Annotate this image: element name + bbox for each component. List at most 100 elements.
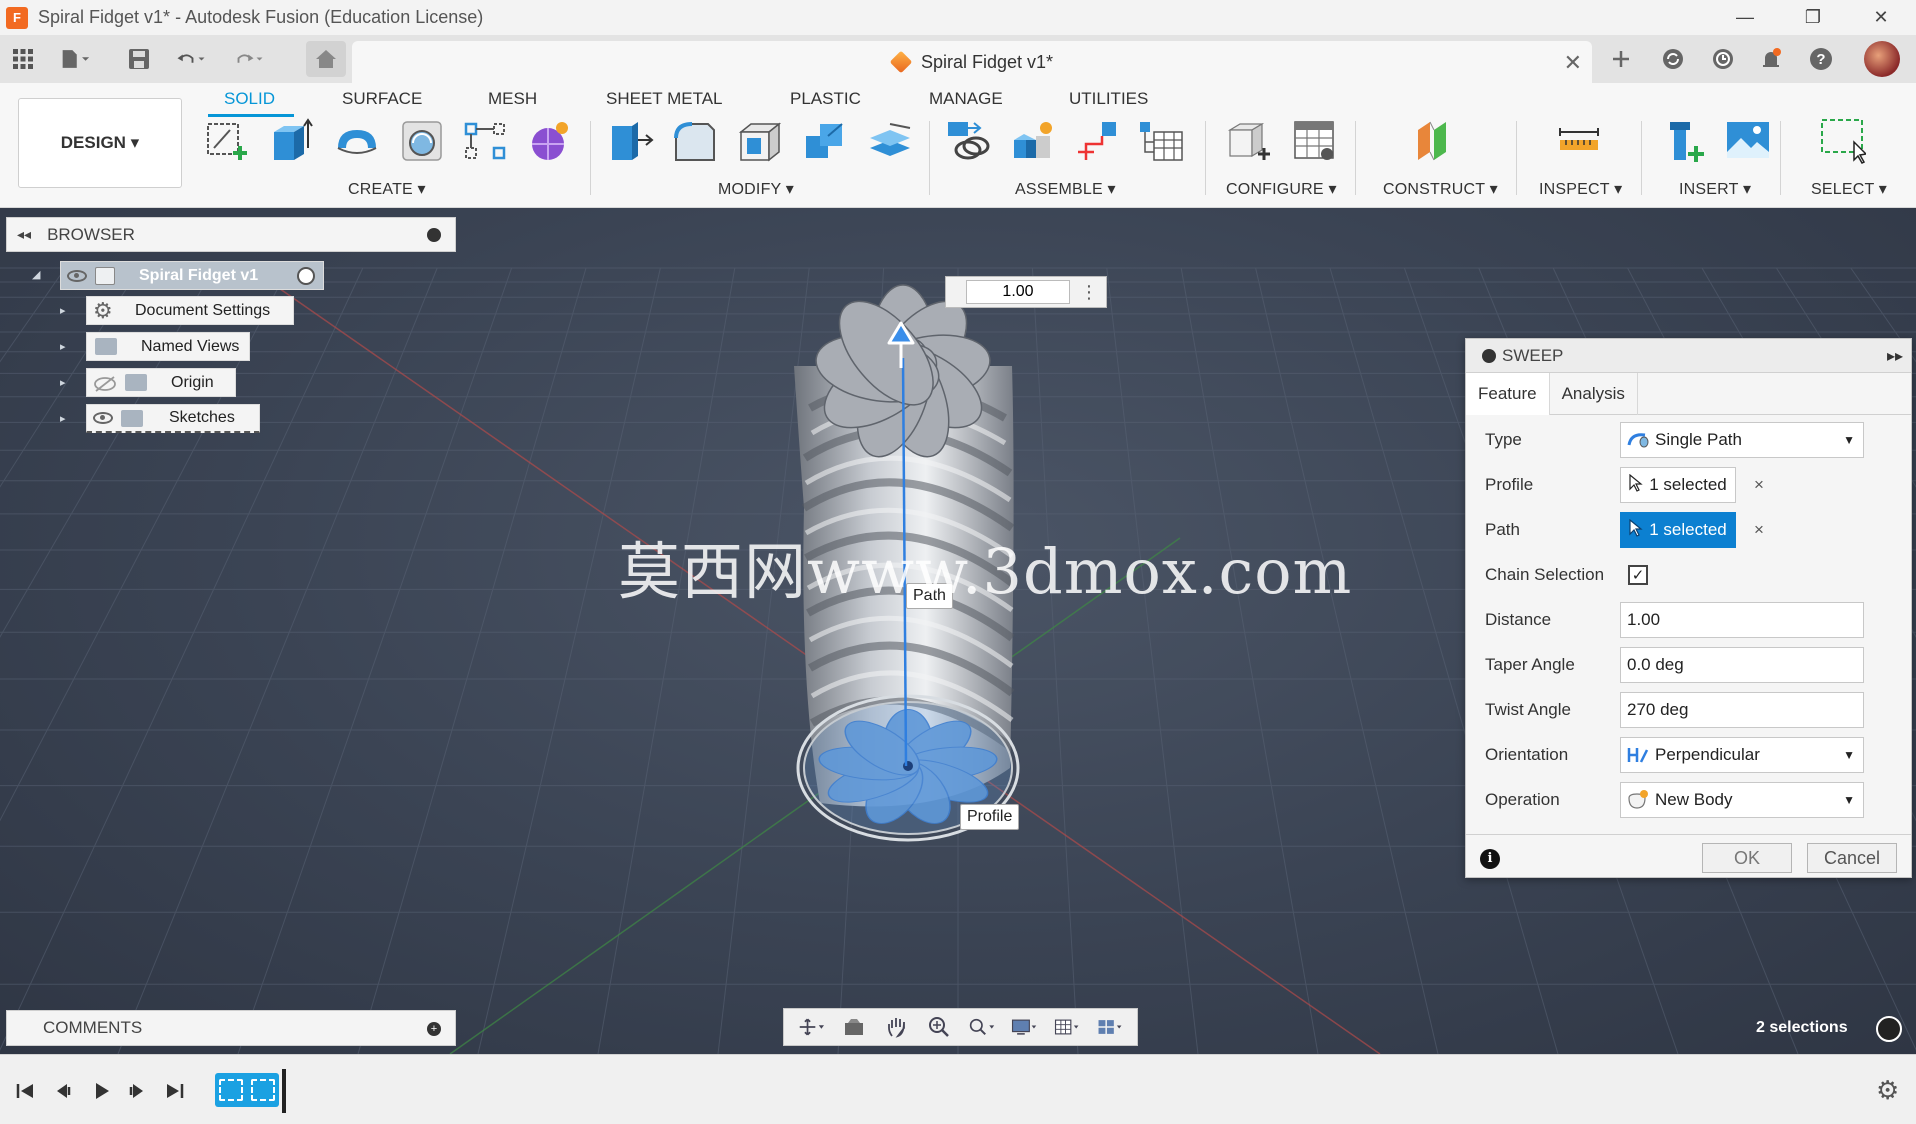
- comments-panel[interactable]: COMMENTS +: [6, 1010, 456, 1046]
- operation-dropdown[interactable]: New Body ▼: [1620, 782, 1864, 818]
- save-icon[interactable]: [124, 45, 154, 73]
- tab-manage[interactable]: MANAGE: [929, 89, 1003, 109]
- close-tab-icon[interactable]: ✕: [1564, 50, 1582, 76]
- hidden-eye-icon[interactable]: [93, 375, 117, 392]
- insert-canvas-icon[interactable]: [1725, 118, 1771, 164]
- sweep-dialog-header[interactable]: SWEEP ▸▸: [1466, 339, 1911, 373]
- offset-plane-icon[interactable]: [1412, 118, 1458, 164]
- path-select-button[interactable]: 1 selected: [1620, 512, 1736, 548]
- tab-analysis[interactable]: Analysis: [1550, 373, 1638, 415]
- select-group-label[interactable]: SELECT ▾: [1811, 179, 1887, 199]
- sketch-feature-icon[interactable]: [251, 1079, 275, 1101]
- as-built-joint-icon[interactable]: [1074, 118, 1120, 164]
- job-status-icon[interactable]: [1708, 45, 1738, 73]
- shell-icon[interactable]: [737, 118, 783, 164]
- step-forward-icon[interactable]: [124, 1079, 150, 1103]
- document-tab[interactable]: Spiral Fidget v1* ✕: [352, 41, 1592, 83]
- zoom-icon[interactable]: [926, 1015, 952, 1039]
- close-window-button[interactable]: ✕: [1846, 0, 1916, 35]
- help-icon[interactable]: ?: [1806, 45, 1836, 73]
- visibility-eye-icon[interactable]: [67, 269, 87, 282]
- configure-group-label[interactable]: CONFIGURE ▾: [1226, 179, 1337, 199]
- tab-mesh[interactable]: MESH: [488, 89, 537, 109]
- browser-item-document-settings[interactable]: ⚙ Document Settings: [86, 296, 294, 325]
- twist-angle-input[interactable]: 270 deg: [1620, 692, 1864, 728]
- go-to-start-icon[interactable]: [12, 1079, 38, 1103]
- bill-of-materials-icon[interactable]: [1138, 118, 1184, 164]
- add-comment-icon[interactable]: +: [427, 1022, 441, 1036]
- new-tab-icon[interactable]: [1606, 45, 1636, 73]
- create-sketch-icon[interactable]: [204, 118, 250, 164]
- profile-select-button[interactable]: 1 selected: [1620, 467, 1736, 503]
- expand-dialog-icon[interactable]: ▸▸: [1887, 346, 1903, 366]
- inspect-group-label[interactable]: INSPECT ▾: [1539, 179, 1622, 199]
- tab-solid[interactable]: SOLID: [224, 89, 275, 109]
- browser-root-item[interactable]: Spiral Fidget v1: [60, 261, 324, 290]
- clear-path-icon[interactable]: ×: [1754, 520, 1764, 540]
- tab-sheet-metal[interactable]: SHEET METAL: [606, 89, 723, 109]
- tab-surface[interactable]: SURFACE: [342, 89, 422, 109]
- construct-group-label[interactable]: CONSTRUCT ▾: [1383, 179, 1498, 199]
- distance-manipulator[interactable]: ⋮: [945, 276, 1107, 308]
- fit-zoom-icon[interactable]: [969, 1015, 995, 1039]
- browser-panel-header[interactable]: ◂◂ BROWSER: [6, 217, 456, 252]
- offset-face-icon[interactable]: [866, 118, 912, 164]
- insert-group-label[interactable]: INSERT ▾: [1679, 179, 1751, 199]
- window-select-icon[interactable]: [1820, 118, 1868, 164]
- selection-filter-icon[interactable]: [1876, 1016, 1902, 1042]
- tab-plastic[interactable]: PLASTIC: [790, 89, 861, 109]
- look-at-icon[interactable]: [841, 1015, 867, 1039]
- press-pull-icon[interactable]: [608, 118, 654, 164]
- undo-icon[interactable]: [176, 45, 206, 73]
- orbit-icon[interactable]: [798, 1015, 825, 1039]
- expand-item-icon[interactable]: ▸: [60, 340, 66, 353]
- expand-item-icon[interactable]: ▸: [60, 412, 66, 425]
- configuration-table-icon[interactable]: [1291, 118, 1337, 164]
- orientation-dropdown[interactable]: Perpendicular ▼: [1620, 737, 1864, 773]
- tab-feature[interactable]: Feature: [1466, 373, 1550, 415]
- distance-input[interactable]: 1.00: [1620, 602, 1864, 638]
- expand-item-icon[interactable]: ▸: [60, 376, 66, 389]
- new-component-icon[interactable]: [946, 118, 992, 164]
- user-avatar[interactable]: [1864, 41, 1900, 77]
- configure-design-icon[interactable]: [1226, 118, 1272, 164]
- expand-item-icon[interactable]: ▸: [60, 304, 66, 317]
- activate-component-icon[interactable]: [297, 266, 315, 285]
- grid-settings-icon[interactable]: [1054, 1015, 1080, 1039]
- extrude-icon[interactable]: [268, 118, 314, 164]
- modify-group-label[interactable]: MODIFY ▾: [718, 179, 794, 199]
- distance-manipulator-input[interactable]: [966, 280, 1070, 304]
- sweep-icon[interactable]: [399, 118, 445, 164]
- sync-status-icon[interactable]: [1658, 45, 1688, 73]
- step-back-icon[interactable]: [50, 1079, 76, 1103]
- timeline-sketch-features[interactable]: [215, 1073, 279, 1107]
- timeline-settings-gear-icon[interactable]: ⚙: [1876, 1075, 1899, 1106]
- play-icon[interactable]: [88, 1079, 114, 1103]
- pattern-icon[interactable]: [462, 118, 508, 164]
- revolve-icon[interactable]: [334, 118, 380, 164]
- measure-icon[interactable]: [1556, 118, 1602, 164]
- timeline-marker[interactable]: [282, 1069, 286, 1113]
- sketch-feature-icon[interactable]: [219, 1079, 243, 1101]
- form-icon[interactable]: [526, 118, 572, 164]
- browser-item-origin[interactable]: Origin: [86, 368, 236, 397]
- clear-profile-icon[interactable]: ×: [1754, 475, 1764, 495]
- redo-icon[interactable]: [234, 45, 264, 73]
- taper-angle-input[interactable]: 0.0 deg: [1620, 647, 1864, 683]
- tab-utilities[interactable]: UTILITIES: [1069, 89, 1148, 109]
- fillet-icon[interactable]: [672, 118, 718, 164]
- restore-button[interactable]: ❐: [1778, 0, 1848, 35]
- ok-button[interactable]: OK: [1702, 843, 1792, 873]
- home-icon[interactable]: [306, 41, 346, 77]
- cancel-button[interactable]: Cancel: [1807, 843, 1897, 873]
- combine-icon[interactable]: [802, 118, 848, 164]
- visibility-eye-icon[interactable]: [93, 412, 113, 424]
- apps-grid-icon[interactable]: [8, 45, 38, 73]
- go-to-end-icon[interactable]: [162, 1079, 188, 1103]
- pan-hand-icon[interactable]: [884, 1015, 910, 1039]
- viewports-icon[interactable]: [1097, 1015, 1123, 1039]
- more-options-icon[interactable]: ⋮: [1080, 282, 1098, 303]
- assemble-group-label[interactable]: ASSEMBLE ▾: [1015, 179, 1116, 199]
- chain-selection-checkbox[interactable]: ✓: [1628, 565, 1648, 585]
- display-settings-icon[interactable]: [1011, 1015, 1037, 1039]
